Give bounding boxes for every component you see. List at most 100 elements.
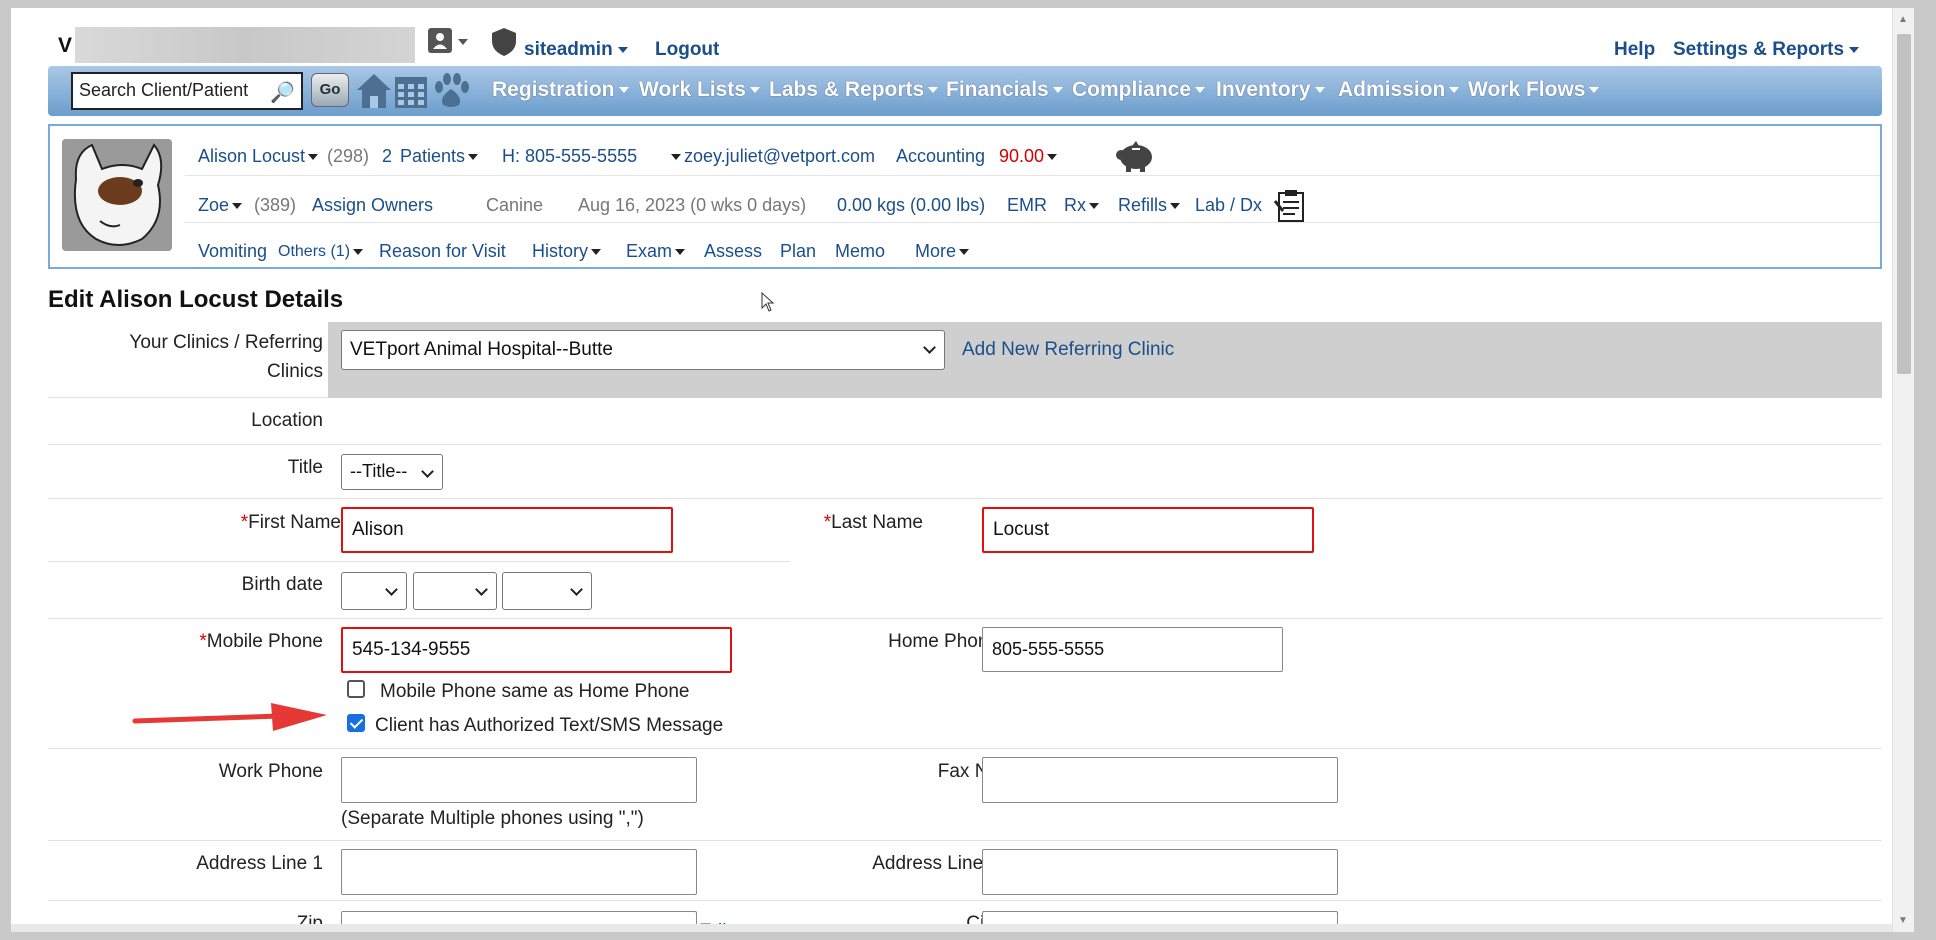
- birth-month-select[interactable]: [341, 572, 407, 610]
- last-name-label: *Last Name: [824, 512, 923, 534]
- reason-for-visit-link[interactable]: Reason for Visit: [379, 241, 506, 262]
- clinics-label-line1: Your Clinics / Referring: [129, 332, 323, 353]
- address-line-1-label: Address Line 1: [196, 853, 323, 874]
- help-link[interactable]: Help: [1614, 39, 1655, 61]
- search-client-patient-input[interactable]: Search Client/Patient 🔎: [71, 72, 303, 110]
- panel-divider: [185, 222, 1880, 223]
- page-title: Edit Alison Locust Details: [48, 286, 344, 313]
- scroll-up-icon[interactable]: ▲: [1898, 14, 1908, 25]
- assess-link[interactable]: Assess: [704, 241, 762, 262]
- patients-menu[interactable]: Patients: [400, 146, 478, 167]
- client-home-phone[interactable]: H: 805-555-5555: [502, 146, 637, 167]
- nav-labs-reports[interactable]: Labs & Reports: [769, 78, 938, 102]
- nav-work-flows[interactable]: Work Flows: [1468, 78, 1599, 102]
- search-placeholder: Search Client/Patient: [79, 80, 249, 100]
- memo-link[interactable]: Memo: [835, 241, 885, 262]
- go-button[interactable]: Go: [311, 73, 349, 107]
- pet-weight[interactable]: 0.00 kgs (0.00 lbs): [837, 195, 985, 216]
- lab-dx-link[interactable]: Lab / Dx: [1195, 195, 1262, 216]
- birth-date-row: Birth date: [48, 562, 1882, 619]
- birth-year-select[interactable]: [502, 572, 592, 610]
- emr-link[interactable]: EMR: [1007, 195, 1047, 216]
- refills-menu[interactable]: Refills: [1118, 195, 1180, 216]
- client-name-menu[interactable]: Alison Locust: [198, 146, 318, 167]
- title-select[interactable]: --Title--: [341, 454, 443, 490]
- browser-page: V siteadmin Logout Help Settings & Repor…: [11, 8, 1914, 932]
- clinic-select[interactable]: VETport Animal Hospital--Butte: [341, 330, 945, 370]
- nav-registration[interactable]: Registration: [492, 78, 629, 102]
- sms-authorized-checkbox[interactable]: [347, 714, 365, 732]
- main-nav: Search Client/Patient 🔎 Go Registration …: [48, 66, 1882, 116]
- same-as-home-checkbox[interactable]: [347, 680, 365, 698]
- plan-link[interactable]: Plan: [780, 241, 816, 262]
- user-card-icon[interactable]: [427, 26, 471, 61]
- nav-financials[interactable]: Financials: [946, 78, 1063, 102]
- title-label: Title: [287, 457, 323, 478]
- add-referring-clinic-link[interactable]: Add New Referring Clinic: [962, 339, 1174, 361]
- mobile-phone-label-text: Mobile Phone: [206, 631, 323, 652]
- pet-id: (389): [254, 195, 297, 215]
- first-name-row: *First Name Alison: [48, 499, 790, 562]
- required-mark: *: [823, 512, 832, 533]
- paw-icon[interactable]: [431, 71, 471, 116]
- address-row: Address Line 1 Address Line 2: [48, 841, 1882, 901]
- required-mark: *: [240, 512, 249, 533]
- logout-link[interactable]: Logout: [655, 39, 719, 61]
- birth-date-label: Birth date: [241, 574, 323, 595]
- fax-input[interactable]: [982, 757, 1338, 803]
- work-phone-row: Work Phone (Separate Multiple phones usi…: [48, 749, 1882, 841]
- piggy-bank-icon[interactable]: [1114, 140, 1156, 179]
- sms-authorized-label: Client has Authorized Text/SMS Message: [375, 715, 724, 736]
- mobile-phone-label: *Mobile Phone: [199, 631, 323, 653]
- top-bar: V siteadmin Logout Help Settings & Repor…: [11, 8, 1892, 64]
- exam-menu[interactable]: Exam: [626, 241, 685, 262]
- patient-count[interactable]: 2: [382, 146, 392, 167]
- settings-reports-menu[interactable]: Settings & Reports: [1673, 39, 1859, 61]
- accounting-label[interactable]: Accounting: [896, 146, 985, 167]
- client-id: (298): [327, 146, 370, 166]
- pet-species: Canine: [486, 195, 544, 215]
- search-icon[interactable]: 🔎: [270, 80, 295, 105]
- rx-menu[interactable]: Rx: [1064, 195, 1099, 216]
- horizontal-scrollbar[interactable]: [11, 924, 1892, 932]
- phone-dropdown[interactable]: [668, 146, 681, 167]
- history-menu[interactable]: History: [532, 241, 601, 262]
- address-line-1-input[interactable]: [341, 849, 697, 895]
- nav-compliance[interactable]: Compliance: [1072, 78, 1205, 102]
- work-phone-input[interactable]: [341, 757, 697, 803]
- vertical-scrollbar[interactable]: ▲ ▼: [1892, 8, 1914, 932]
- others-complaints-menu[interactable]: Others (1): [278, 243, 363, 261]
- nav-inventory[interactable]: Inventory: [1216, 78, 1325, 102]
- mobile-phone-input[interactable]: 545-134-9555: [341, 627, 732, 673]
- birth-day-select[interactable]: [413, 572, 497, 610]
- work-phone-label: Work Phone: [218, 761, 323, 782]
- nav-admission[interactable]: Admission: [1338, 78, 1459, 102]
- home-phone-input[interactable]: 805-555-5555: [982, 627, 1283, 672]
- nav-work-lists[interactable]: Work Lists: [639, 78, 760, 102]
- scroll-down-icon[interactable]: ▼: [1898, 915, 1908, 926]
- patient-avatar[interactable]: [62, 139, 172, 251]
- pet-name-menu[interactable]: Zoe: [198, 195, 242, 216]
- first-name-input[interactable]: Alison: [341, 507, 673, 553]
- siteadmin-menu[interactable]: siteadmin: [524, 39, 628, 61]
- required-mark: *: [199, 631, 207, 652]
- accounting-balance[interactable]: 90.00: [999, 146, 1057, 167]
- assign-owners-link[interactable]: Assign Owners: [312, 195, 433, 216]
- first-name-label: *First Name: [241, 512, 341, 534]
- address-line-2-input[interactable]: [982, 849, 1338, 895]
- last-name-input[interactable]: Locust: [982, 507, 1314, 553]
- brand-logo: V: [58, 34, 73, 57]
- scrollbar-thumb[interactable]: [1897, 34, 1911, 374]
- address-line-2-label: Address Line 2: [872, 853, 999, 874]
- same-as-home-label: Mobile Phone same as Home Phone: [380, 681, 690, 702]
- chief-complaint[interactable]: Vomiting: [198, 241, 267, 262]
- home-icon[interactable]: [355, 71, 393, 116]
- clinics-row: Your Clinics / Referring Clinics VETport…: [48, 314, 1882, 398]
- clinics-label-line2: Clinics: [267, 361, 323, 382]
- title-row: Title --Title--: [48, 445, 1882, 499]
- more-menu[interactable]: More: [915, 241, 969, 262]
- location-label: Location: [251, 410, 323, 431]
- work-phone-hint: (Separate Multiple phones using ","): [341, 808, 644, 829]
- client-email[interactable]: zoey.juliet@vetport.com: [684, 146, 875, 167]
- calendar-icon[interactable]: [392, 71, 430, 116]
